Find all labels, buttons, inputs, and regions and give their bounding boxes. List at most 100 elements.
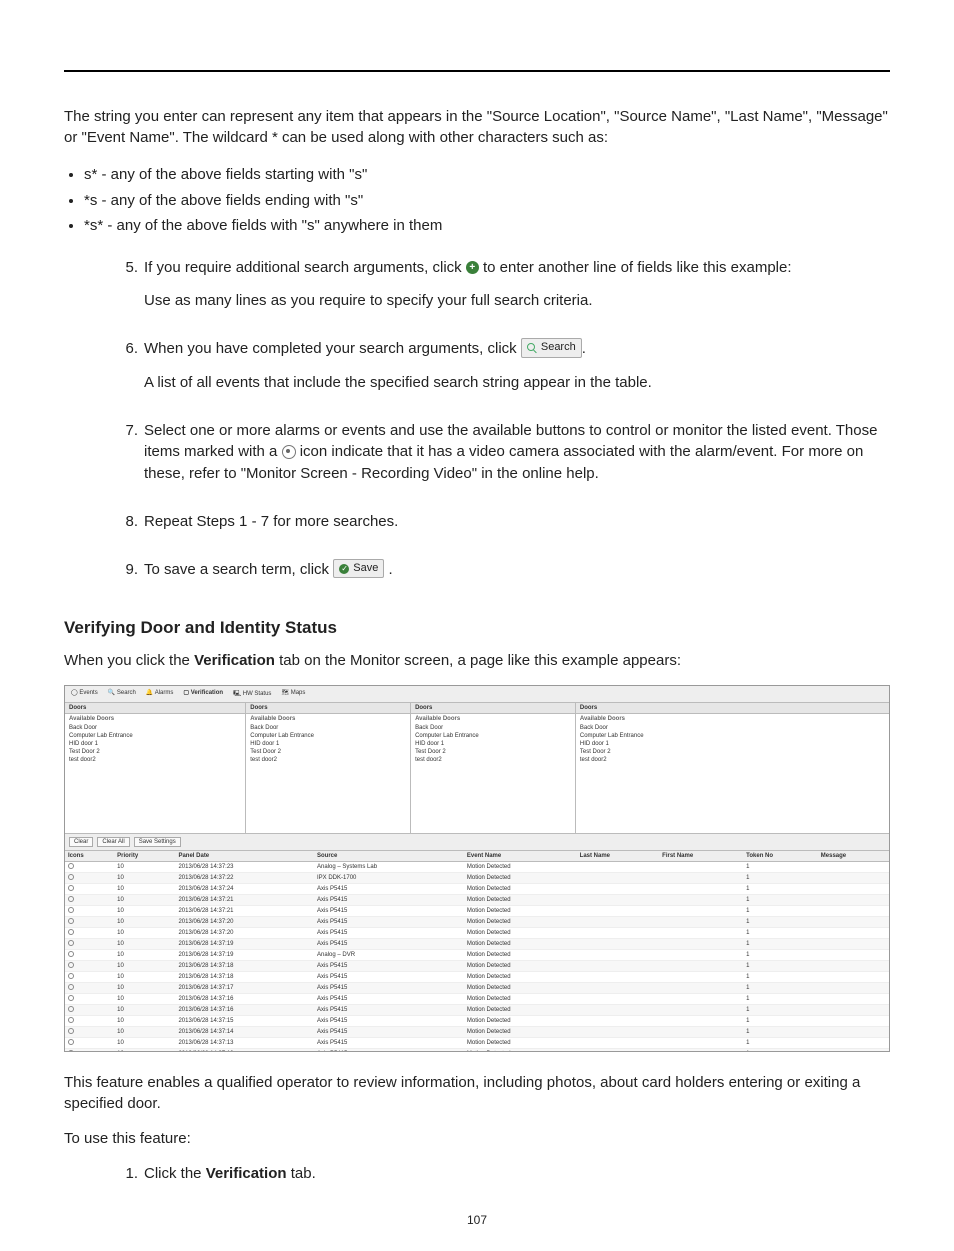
bullet-item: *s - any of the above fields ending with… bbox=[84, 188, 890, 214]
table-cell: 2013/06/28 14:37:21 bbox=[175, 906, 314, 917]
camera-icon bbox=[68, 874, 74, 880]
table-cell: 10 bbox=[114, 873, 175, 884]
table-cell bbox=[659, 906, 743, 917]
mock-event-table: IconsPriorityPanel DateSourceEvent NameL… bbox=[65, 851, 889, 1051]
bullet-item: s* - any of the above fields starting wi… bbox=[84, 162, 890, 188]
table-cell: 10 bbox=[114, 972, 175, 983]
table-cell bbox=[818, 928, 889, 939]
save-button-inline: Save bbox=[333, 559, 384, 579]
table-cell: 1 bbox=[743, 950, 818, 961]
search-button-inline: Search bbox=[521, 338, 582, 358]
mock-tab: 🔍 Search bbox=[108, 689, 136, 699]
step-number: 1. bbox=[112, 1163, 144, 1197]
table-row: 102013/06/28 14:37:19Axis P5415Motion De… bbox=[65, 939, 889, 950]
col-header: Doors bbox=[411, 703, 575, 714]
mock-door-columns: Doors Available Doors Back DoorComputer … bbox=[65, 703, 889, 833]
table-cell bbox=[577, 983, 660, 994]
mock-mid-button: Clear bbox=[69, 837, 93, 847]
mock-mid-button: Save Settings bbox=[134, 837, 181, 847]
table-cell bbox=[659, 1016, 743, 1027]
col-sub: Available Doors bbox=[65, 714, 245, 724]
table-cell bbox=[818, 939, 889, 950]
table-cell: Motion Detected bbox=[464, 862, 577, 873]
table-cell bbox=[577, 917, 660, 928]
table-cell bbox=[659, 972, 743, 983]
bullet-item: *s* - any of the above fields with "s" a… bbox=[84, 213, 890, 239]
table-cell: Axis P5415 bbox=[314, 1005, 464, 1016]
table-cell bbox=[659, 917, 743, 928]
table-cell bbox=[659, 928, 743, 939]
table-cell: 10 bbox=[114, 983, 175, 994]
table-cell bbox=[65, 961, 114, 972]
table-cell bbox=[65, 1049, 114, 1052]
table-cell: Axis P5415 bbox=[314, 983, 464, 994]
table-cell bbox=[577, 862, 660, 873]
table-cell bbox=[818, 1027, 889, 1038]
door-item: Computer Lab Entrance bbox=[411, 732, 575, 740]
table-header-cell: Event Name bbox=[464, 851, 577, 862]
table-cell: 1 bbox=[743, 884, 818, 895]
table-cell bbox=[577, 906, 660, 917]
table-cell: 1 bbox=[743, 1049, 818, 1052]
col-sub: Available Doors bbox=[576, 714, 889, 724]
table-cell bbox=[65, 950, 114, 961]
table-cell bbox=[659, 994, 743, 1005]
camera-icon bbox=[68, 885, 74, 891]
table-header-cell: Last Name bbox=[577, 851, 660, 862]
step-8: 8. Repeat Steps 1 - 7 for more searches. bbox=[64, 511, 890, 545]
mock-tab: 🖳 HW Status bbox=[233, 689, 271, 699]
table-row: 102013/06/28 14:37:15Axis P5415Motion De… bbox=[65, 1016, 889, 1027]
table-cell: Analog – DVR bbox=[314, 950, 464, 961]
camera-icon bbox=[68, 1050, 74, 1051]
table-cell bbox=[818, 1049, 889, 1052]
table-cell bbox=[577, 950, 660, 961]
verification-screenshot: ◯ Events🔍 Search🔔 Alarms▢ Verification🖳 … bbox=[64, 685, 890, 1052]
table-cell: Motion Detected bbox=[464, 884, 577, 895]
step5-before: If you require additional search argumen… bbox=[144, 259, 466, 276]
save-btn-label: Save bbox=[353, 561, 378, 577]
camera-icon bbox=[68, 863, 74, 869]
table-cell: 2013/06/28 14:37:22 bbox=[175, 873, 314, 884]
camera-icon bbox=[68, 995, 74, 1001]
camera-icon bbox=[68, 918, 74, 924]
table-cell bbox=[577, 884, 660, 895]
table-cell: 2013/06/28 14:37:19 bbox=[175, 950, 314, 961]
table-row: 102013/06/28 14:37:18Axis P5415Motion De… bbox=[65, 961, 889, 972]
mock-mid-buttons: ClearClear AllSave Settings bbox=[65, 833, 889, 851]
table-cell: Motion Detected bbox=[464, 1027, 577, 1038]
table-cell: 10 bbox=[114, 917, 175, 928]
table-cell bbox=[577, 1016, 660, 1027]
table-cell: 1 bbox=[743, 928, 818, 939]
door-item: Back Door bbox=[576, 724, 889, 732]
table-row: 102013/06/28 14:37:16Axis P5415Motion De… bbox=[65, 1005, 889, 1016]
table-cell: 10 bbox=[114, 906, 175, 917]
table-cell bbox=[818, 873, 889, 884]
plus-icon: + bbox=[466, 261, 479, 274]
door-item: test door2 bbox=[65, 756, 245, 764]
col-header: Doors bbox=[65, 703, 245, 714]
camera-icon bbox=[68, 984, 74, 990]
col-header: Doors bbox=[246, 703, 410, 714]
door-item: test door2 bbox=[411, 756, 575, 764]
camera-icon bbox=[282, 445, 296, 459]
table-cell bbox=[65, 1005, 114, 1016]
table-cell: 1 bbox=[743, 1027, 818, 1038]
table-row: 102013/06/28 14:37:16Axis P5415Motion De… bbox=[65, 994, 889, 1005]
table-cell bbox=[659, 884, 743, 895]
table-cell bbox=[577, 1005, 660, 1016]
door-item: Back Door bbox=[246, 724, 410, 732]
door-item: HID door 1 bbox=[65, 740, 245, 748]
camera-icon bbox=[68, 973, 74, 979]
table-cell: Axis P5415 bbox=[314, 1038, 464, 1049]
verification-bold: Verification bbox=[194, 652, 275, 669]
table-cell bbox=[659, 862, 743, 873]
table-cell: 1 bbox=[743, 983, 818, 994]
table-cell: 2013/06/28 14:37:18 bbox=[175, 972, 314, 983]
table-cell: 2013/06/28 14:37:20 bbox=[175, 917, 314, 928]
table-cell: 2013/06/28 14:37:19 bbox=[175, 939, 314, 950]
table-cell bbox=[577, 1027, 660, 1038]
step6-period: . bbox=[582, 340, 586, 357]
table-cell: 10 bbox=[114, 939, 175, 950]
table-cell bbox=[818, 1005, 889, 1016]
table-cell: 1 bbox=[743, 906, 818, 917]
